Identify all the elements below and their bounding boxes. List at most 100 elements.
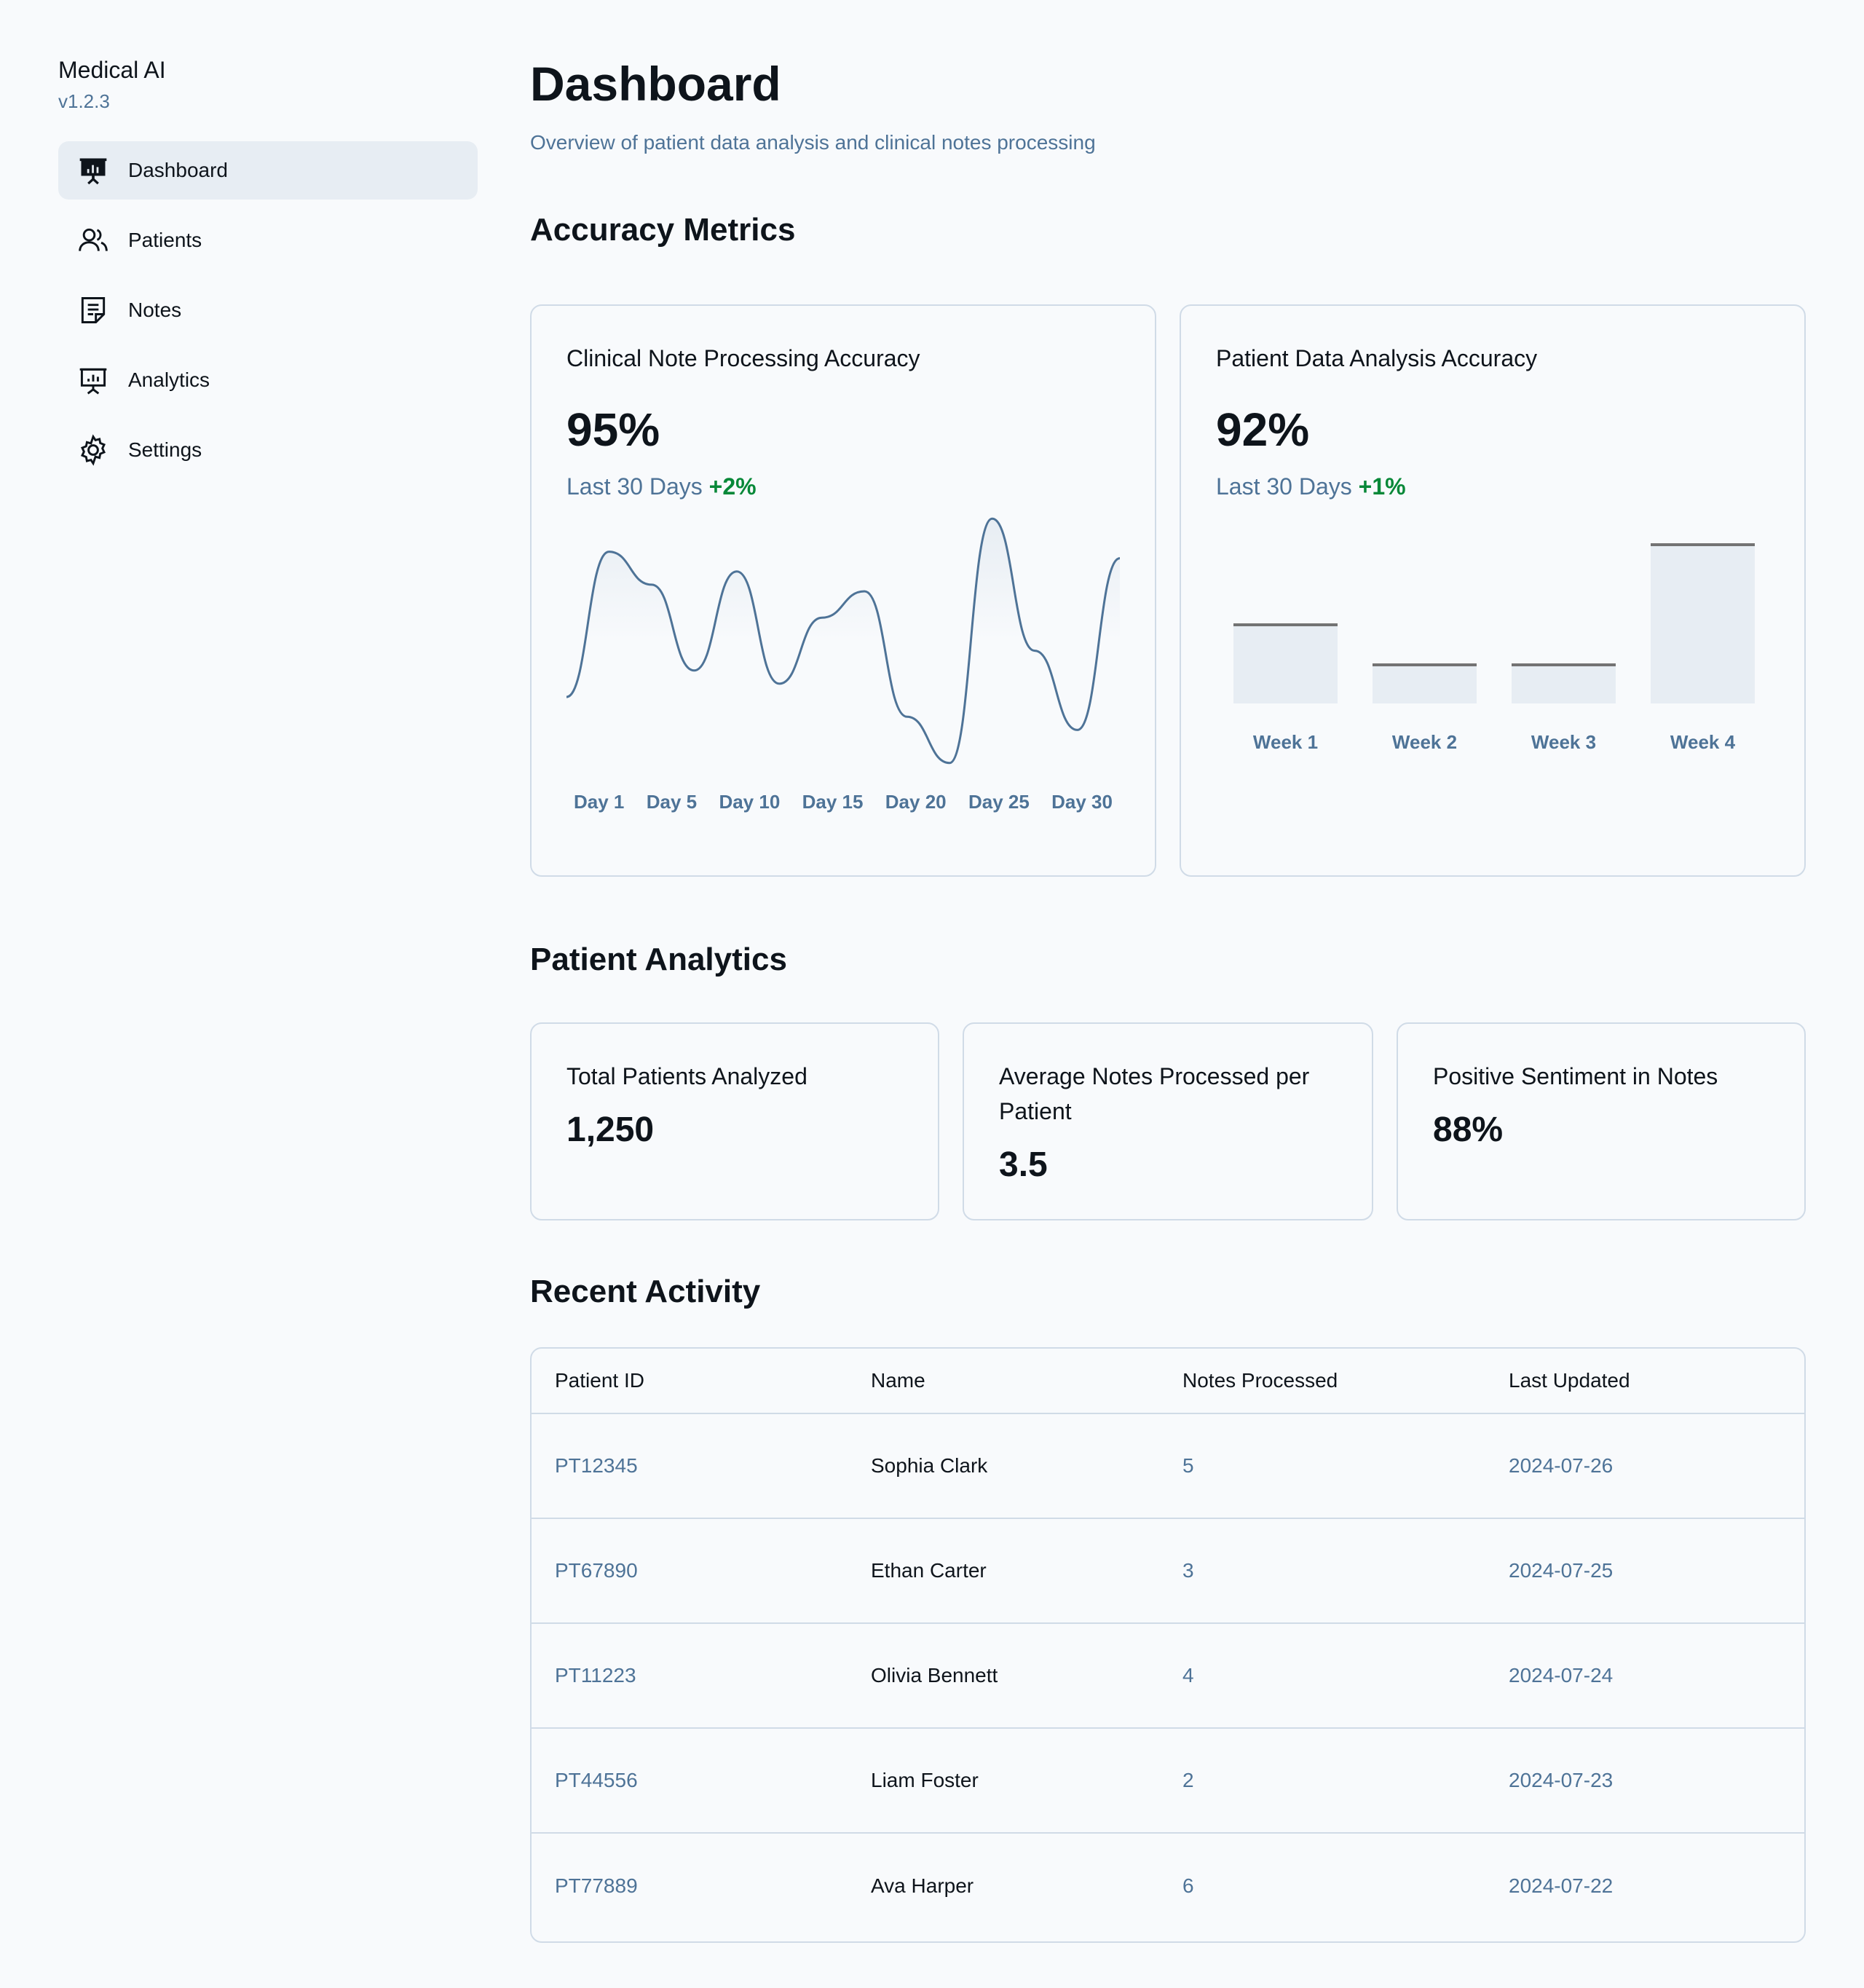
x-tick-label: Day 1 xyxy=(574,791,625,813)
patient-id-cell: PT44556 xyxy=(555,1769,638,1791)
note-icon xyxy=(77,294,109,326)
patient-id-cell: PT67890 xyxy=(555,1559,638,1582)
patient-name-cell: Ethan Carter xyxy=(871,1559,987,1582)
table-row[interactable]: PT77889 Ava Harper 6 2024-07-22 xyxy=(532,1834,1804,1938)
sidebar-item-label: Patients xyxy=(128,229,202,251)
sidebar-item-settings[interactable]: Settings xyxy=(58,421,478,479)
clinical-note-accuracy-card: Clinical Note Processing Accuracy 95% La… xyxy=(530,304,1156,877)
stat-title: Positive Sentiment in Notes xyxy=(1433,1063,1718,1089)
bar xyxy=(1233,623,1338,703)
notes-processed-cell: 2 xyxy=(1182,1769,1194,1791)
notes-processed-cell: 6 xyxy=(1182,1874,1194,1897)
last-updated-cell: 2024-07-25 xyxy=(1509,1559,1614,1582)
card-value: 95% xyxy=(566,403,660,456)
bar-column xyxy=(1512,543,1616,703)
stat-title: Total Patients Analyzed xyxy=(566,1063,807,1089)
card-period: Last 30 Days +1% xyxy=(1216,470,1406,502)
sidebar: Medical AI v1.2.3 Dashboard Patients Not… xyxy=(58,52,478,491)
section-title-recent-activity: Recent Activity xyxy=(530,1274,761,1309)
stat-value: 88% xyxy=(1433,1111,1504,1149)
bar-chart xyxy=(1233,543,1755,703)
x-tick-label: Week 2 xyxy=(1391,731,1458,753)
last-updated-cell: 2024-07-24 xyxy=(1509,1664,1614,1687)
sidebar-item-label: Dashboard xyxy=(128,159,228,181)
x-tick-label: Day 20 xyxy=(885,791,947,813)
section-title-patient-analytics: Patient Analytics xyxy=(530,942,787,977)
table-row[interactable]: PT11223 Olivia Bennett 4 2024-07-24 xyxy=(532,1624,1804,1729)
patient-name-cell: Liam Foster xyxy=(871,1769,979,1791)
sidebar-item-analytics[interactable]: Analytics xyxy=(58,351,478,409)
card-value: 92% xyxy=(1216,403,1310,456)
bar-column xyxy=(1651,543,1755,703)
notes-processed-cell: 4 xyxy=(1182,1664,1194,1687)
last-updated-cell: 2024-07-23 xyxy=(1509,1769,1614,1791)
sidebar-item-dashboard[interactable]: Dashboard xyxy=(58,141,478,200)
page-title: Dashboard xyxy=(530,57,781,111)
sidebar-item-patients[interactable]: Patients xyxy=(58,211,478,269)
section-title-accuracy: Accuracy Metrics xyxy=(530,212,796,248)
last-updated-cell: 2024-07-26 xyxy=(1509,1454,1614,1477)
table-header-row: Patient ID Name Notes Processed Last Upd… xyxy=(532,1349,1804,1414)
bar-column xyxy=(1233,543,1338,703)
patient-id-cell: PT12345 xyxy=(555,1454,638,1477)
column-header-name: Name xyxy=(871,1369,925,1392)
patient-id-cell: PT77889 xyxy=(555,1874,638,1897)
sidebar-item-label: Analytics xyxy=(128,368,210,391)
x-tick-label: Week 3 xyxy=(1531,731,1597,753)
card-period: Last 30 Days +2% xyxy=(566,470,757,502)
sidebar-item-notes[interactable]: Notes xyxy=(58,281,478,339)
bar-column xyxy=(1373,543,1477,703)
notes-processed-cell: 3 xyxy=(1182,1559,1194,1582)
app-title: Medical AI xyxy=(58,57,166,83)
column-header-last-updated: Last Updated xyxy=(1509,1369,1630,1392)
recent-activity-table: Patient ID Name Notes Processed Last Upd… xyxy=(530,1347,1806,1943)
line-chart xyxy=(566,517,1120,765)
table-row[interactable]: PT44556 Liam Foster 2 2024-07-23 xyxy=(532,1729,1804,1834)
stat-value: 1,250 xyxy=(566,1111,655,1149)
gear-icon xyxy=(77,434,109,466)
x-tick-label: Week 4 xyxy=(1670,731,1736,753)
app-version: v1.2.3 xyxy=(58,90,110,112)
x-tick-label: Day 30 xyxy=(1051,791,1113,813)
stat-card-total-patients: Total Patients Analyzed 1,250 xyxy=(530,1022,939,1220)
bar-chart-x-labels: Week 1 Week 2 Week 3 Week 4 xyxy=(1233,731,1755,760)
patient-name-cell: Sophia Clark xyxy=(871,1454,988,1477)
card-title: Patient Data Analysis Accuracy xyxy=(1216,345,1538,371)
x-tick-label: Day 10 xyxy=(719,791,781,813)
column-header-patient-id: Patient ID xyxy=(555,1369,644,1392)
change-badge: +1% xyxy=(1358,473,1406,500)
bar xyxy=(1651,543,1755,703)
column-header-notes-processed: Notes Processed xyxy=(1182,1369,1338,1392)
x-tick-label: Day 15 xyxy=(802,791,864,813)
change-badge: +2% xyxy=(708,473,757,500)
users-icon xyxy=(77,224,109,256)
app-root: Medical AI v1.2.3 Dashboard Patients Not… xyxy=(0,0,1864,1988)
card-title: Clinical Note Processing Accuracy xyxy=(566,345,920,371)
bar xyxy=(1512,663,1616,703)
table-row[interactable]: PT67890 Ethan Carter 3 2024-07-25 xyxy=(532,1519,1804,1624)
stat-value: 3.5 xyxy=(999,1145,1048,1184)
period-label: Last 30 Days xyxy=(566,473,703,500)
patient-data-accuracy-card: Patient Data Analysis Accuracy 92% Last … xyxy=(1180,304,1806,877)
x-tick-label: Week 1 xyxy=(1252,731,1319,753)
presentation-chart-icon xyxy=(77,154,109,186)
stat-card-average-notes: Average Notes Processed per Patient 3.5 xyxy=(963,1022,1373,1220)
line-area xyxy=(566,518,1120,763)
last-updated-cell: 2024-07-22 xyxy=(1509,1874,1614,1897)
period-label: Last 30 Days xyxy=(1216,473,1352,500)
page-subtitle: Overview of patient data analysis and cl… xyxy=(530,131,1096,154)
stat-card-positive-sentiment: Positive Sentiment in Notes 88% xyxy=(1397,1022,1806,1220)
line-chart-x-labels: Day 1 Day 5 Day 10 Day 15 Day 20 Day 25 … xyxy=(574,791,1113,813)
patient-name-cell: Olivia Bennett xyxy=(871,1664,998,1687)
patient-id-cell: PT11223 xyxy=(555,1664,636,1687)
stat-title: Average Notes Processed per Patient xyxy=(999,1063,1310,1124)
table-row[interactable]: PT12345 Sophia Clark 5 2024-07-26 xyxy=(532,1414,1804,1519)
sidebar-item-label: Settings xyxy=(128,438,202,461)
presentation-chart-icon xyxy=(77,364,109,396)
notes-processed-cell: 5 xyxy=(1182,1454,1194,1477)
patient-name-cell: Ava Harper xyxy=(871,1874,974,1897)
sidebar-item-label: Notes xyxy=(128,299,182,321)
x-tick-label: Day 5 xyxy=(646,791,698,813)
bar xyxy=(1373,663,1477,703)
x-tick-label: Day 25 xyxy=(968,791,1030,813)
